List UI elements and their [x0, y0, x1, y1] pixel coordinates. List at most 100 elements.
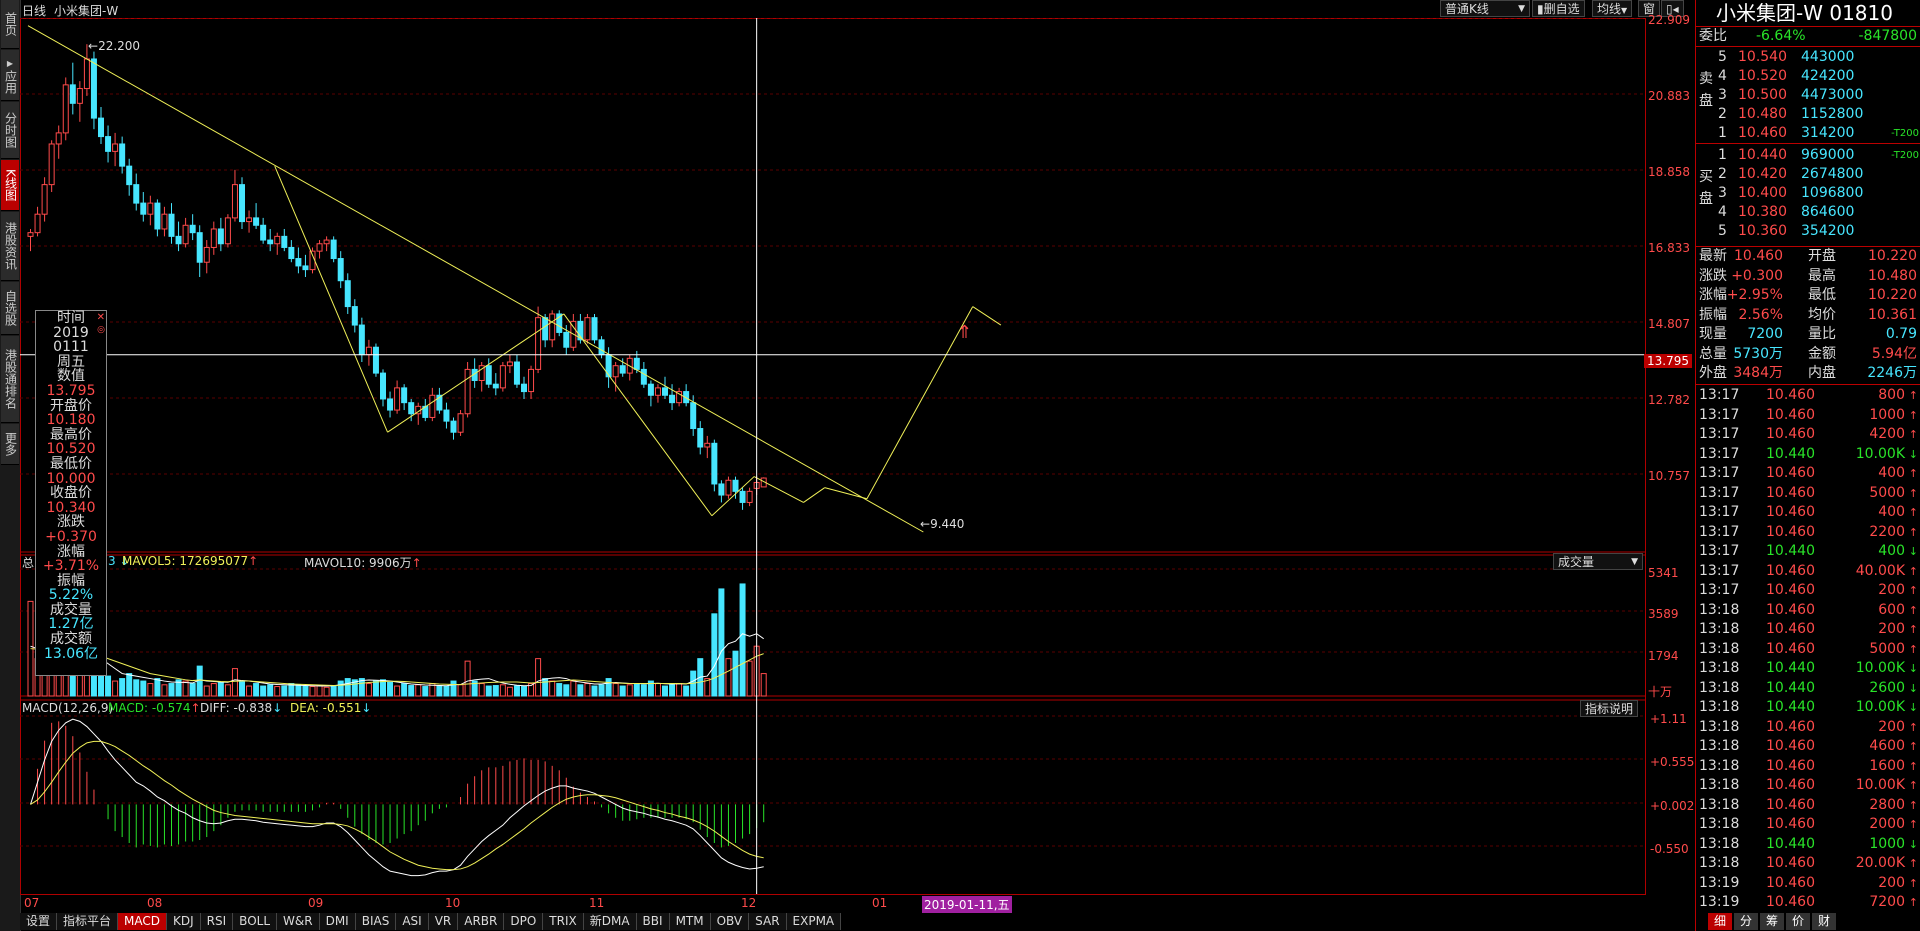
- tick-row[interactable]: 13:18 10.460 2800 ↑: [1696, 796, 1920, 815]
- indicator-tab[interactable]: DPO: [504, 913, 544, 930]
- stat-row[interactable]: 涨幅 +2.95% 最低 10.220: [1696, 286, 1920, 305]
- tick-row[interactable]: 13:18 10.440 10.00K ↓: [1696, 659, 1920, 678]
- nav-tab-kline[interactable]: K线图: [1, 160, 19, 211]
- tick-row[interactable]: 13:17 10.460 800 ↑: [1696, 386, 1920, 405]
- tick-price: 10.460: [1766, 387, 1815, 403]
- tick-row[interactable]: 13:17 10.460 1000 ↑: [1696, 406, 1920, 425]
- sell-level-row[interactable]: 2 10.480 1152800: [1696, 105, 1920, 124]
- indicator-tab[interactable]: 设置: [20, 913, 58, 930]
- tick-volume: 5000: [1869, 640, 1905, 657]
- chart-grid: [20, 18, 1645, 847]
- tick-row[interactable]: 13:17 10.460 400 ↑: [1696, 464, 1920, 483]
- buy-level-row[interactable]: 5 10.360 354200: [1696, 222, 1920, 241]
- indicator-tab[interactable]: SAR: [749, 913, 787, 930]
- quote-tab[interactable]: 筹: [1760, 913, 1784, 930]
- tick-row[interactable]: 13:18 10.460 2000 ↑: [1696, 815, 1920, 834]
- indicator-tab[interactable]: RSI: [200, 913, 234, 930]
- buy-level-row[interactable]: 4 10.380 864600: [1696, 203, 1920, 222]
- nav-tab-timeshare[interactable]: 分时图: [1, 102, 19, 159]
- stat-row[interactable]: 现量 7200 量比 0.79: [1696, 325, 1920, 344]
- buy-level-row[interactable]: 3 10.400 1096800: [1696, 184, 1920, 203]
- volume-series: [27, 583, 767, 697]
- nav-tab-home[interactable]: 首页: [1, 0, 19, 49]
- indicator-tab[interactable]: ASI: [396, 913, 429, 930]
- buy-level-row[interactable]: 1 10.440 969000 -T200: [1696, 146, 1920, 165]
- avg-line-button[interactable]: 均线▼: [1592, 0, 1633, 17]
- indicator-tab[interactable]: 指标平台: [57, 913, 119, 930]
- stat-row[interactable]: 总量 5730万 金额 5.94亿: [1696, 345, 1920, 364]
- tick-row[interactable]: 13:17 10.460 40.00K ↑: [1696, 562, 1920, 581]
- indicator-tab[interactable]: KDJ: [167, 913, 201, 930]
- indicator-tab[interactable]: MACD: [118, 913, 168, 930]
- indicator-tab[interactable]: OBV: [710, 913, 750, 930]
- tick-row[interactable]: 13:17 10.460 200 ↑: [1696, 581, 1920, 600]
- nav-tab-label: 分时图: [3, 112, 18, 148]
- indicator-tab[interactable]: EXPMA: [786, 913, 842, 930]
- tick-row[interactable]: 13:18 10.460 1600 ↑: [1696, 757, 1920, 776]
- sell-level-row[interactable]: 4 10.520 424200: [1696, 67, 1920, 86]
- indicator-tab[interactable]: VR: [428, 913, 459, 930]
- sell-level-row[interactable]: 5 10.540 443000: [1696, 48, 1920, 67]
- tick-row[interactable]: 13:18 10.440 10.00K ↓: [1696, 698, 1920, 717]
- quote-tab[interactable]: 财: [1812, 913, 1836, 930]
- tick-row[interactable]: 13:17 10.440 10.00K ↓: [1696, 445, 1920, 464]
- stat-row[interactable]: 涨跌 +0.300 最高 10.480: [1696, 267, 1920, 286]
- tick-row[interactable]: 13:17 10.460 2200 ↑: [1696, 523, 1920, 542]
- nav-tab-apps[interactable]: ▶ 应用: [1, 50, 19, 101]
- quote-tab[interactable]: 细: [1708, 913, 1732, 930]
- candle-body: [563, 331, 570, 348]
- tick-row[interactable]: 13:18 10.460 600 ↑: [1696, 601, 1920, 620]
- tick-row[interactable]: 13:18 10.460 200 ↑: [1696, 620, 1920, 639]
- tick-row[interactable]: 13:18 10.460 20.00K ↑: [1696, 854, 1920, 873]
- tick-price: 10.460: [1766, 855, 1815, 871]
- nav-tab-watchlist[interactable]: 自选股: [1, 282, 19, 335]
- tick-row[interactable]: 13:18 10.460 200 ↑: [1696, 718, 1920, 737]
- volume-indicator-select[interactable]: 成交量 ▼: [1553, 553, 1643, 570]
- indicator-tab[interactable]: TRIX: [543, 913, 584, 930]
- nav-tab-hk-news[interactable]: 港股资讯: [1, 212, 19, 281]
- tick-row[interactable]: 13:17 10.440 400 ↓: [1696, 542, 1920, 561]
- tick-row[interactable]: 13:17 10.460 5000 ↑: [1696, 484, 1920, 503]
- nav-tab-label: 港股资讯: [3, 222, 18, 270]
- buy-level-row[interactable]: 2 10.420 2674800: [1696, 165, 1920, 184]
- tick-row[interactable]: 13:18 10.460 4600 ↑: [1696, 737, 1920, 756]
- tick-row[interactable]: 13:17 10.460 4200 ↑: [1696, 425, 1920, 444]
- sell-level-row[interactable]: 3 10.500 4473000: [1696, 86, 1920, 105]
- indicator-tab[interactable]: BOLL: [233, 913, 278, 930]
- quote-tab[interactable]: 价: [1786, 913, 1810, 930]
- indicator-tab[interactable]: BIAS: [355, 913, 397, 930]
- tick-time: 13:17: [1699, 406, 1740, 423]
- tick-row[interactable]: 13:18 10.440 2600 ↓: [1696, 679, 1920, 698]
- indicator-help-button[interactable]: 指标说明: [1580, 700, 1639, 717]
- tick-row[interactable]: 13:18 10.460 5000 ↑: [1696, 640, 1920, 659]
- tick-row[interactable]: 13:18 10.440 1000 ↓: [1696, 835, 1920, 854]
- delete-watch-button[interactable]: ▮删自选: [1532, 0, 1585, 17]
- tick-row[interactable]: 13:18 10.460 10.00K ↑: [1696, 776, 1920, 795]
- weibi-diff: -847800: [1858, 28, 1918, 44]
- sell-level-row[interactable]: 1 10.460 314200 -T200: [1696, 124, 1920, 143]
- nav-tab-more[interactable]: 更多: [1, 424, 19, 465]
- kline-chart[interactable]: [20, 18, 1695, 913]
- kline-type-select[interactable]: 普通K线 ▼: [1440, 0, 1530, 17]
- stat-row[interactable]: 振幅 2.56% 均价 10.361: [1696, 306, 1920, 325]
- stat-row[interactable]: 外盘 3484万 内盘 2246万: [1696, 364, 1920, 383]
- indicator-tab[interactable]: ARBR: [458, 913, 505, 930]
- indicator-tab[interactable]: DMI: [319, 913, 356, 930]
- level-number: 4: [1718, 68, 1727, 84]
- tick-row[interactable]: 13:19 10.460 7200 ↑: [1696, 893, 1920, 912]
- nav-tab-hk-connect-rank[interactable]: 港股通排名: [1, 336, 19, 423]
- indicator-tab[interactable]: 新DMA: [583, 913, 637, 930]
- stat-row[interactable]: 最新 10.460 开盘 10.220: [1696, 247, 1920, 266]
- info-high-label: 最高价: [50, 426, 92, 443]
- indicator-tabs: 设置 指标平台 MACD KDJ RSI BOLL W&R DMI BIAS ASI VR ARBR D…: [20, 913, 1010, 931]
- tick-row[interactable]: 13:17 10.460 400 ↑: [1696, 503, 1920, 522]
- indicator-tab[interactable]: W&R: [277, 913, 320, 930]
- settings-icon[interactable]: ◎: [97, 323, 105, 338]
- indicator-tab[interactable]: BBI: [636, 913, 670, 930]
- quote-tab[interactable]: 分: [1734, 913, 1758, 930]
- tick-time: 13:18: [1699, 757, 1740, 774]
- candle-body: [175, 235, 182, 245]
- stat-label: 振幅: [1699, 306, 1727, 323]
- tick-row[interactable]: 13:19 10.460 200 ↑: [1696, 874, 1920, 893]
- indicator-tab[interactable]: MTM: [669, 913, 711, 930]
